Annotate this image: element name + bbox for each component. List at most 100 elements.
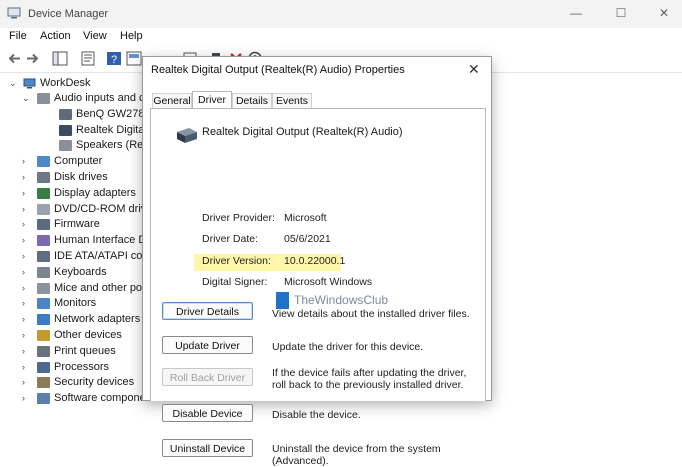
chevron-right-icon[interactable]: › xyxy=(22,172,32,182)
processor-icon xyxy=(37,361,50,373)
menu-view[interactable]: View xyxy=(83,30,107,42)
chevron-right-icon[interactable]: › xyxy=(22,267,32,277)
dvd-icon xyxy=(37,203,50,215)
tree-item-label: Realtek Digital xyxy=(76,123,147,136)
uninstall-device-button[interactable]: Uninstall Device xyxy=(162,439,253,457)
firmware-icon xyxy=(37,219,50,231)
chevron-right-icon[interactable]: › xyxy=(22,235,32,245)
roll-back-driver-desc: If the device fails after updating the d… xyxy=(272,367,467,391)
speaker-icon xyxy=(37,93,50,104)
network-icon xyxy=(37,314,50,326)
properties-dialog: Realtek Digital Output (Realtek(R) Audio… xyxy=(143,57,491,467)
digital-signer-value: Microsoft Windows xyxy=(284,276,373,288)
dialog-title: Realtek Digital Output (Realtek(R) Audio… xyxy=(151,64,405,76)
menu-bar: File Action View Help xyxy=(0,28,682,46)
driver-version-label: Driver Version: xyxy=(202,255,271,267)
security-icon xyxy=(37,377,50,389)
tree-item-label: Computer xyxy=(54,155,103,168)
chevron-right-icon[interactable]: › xyxy=(22,362,32,372)
driver-provider-label: Driver Provider: xyxy=(202,212,275,224)
menu-file[interactable]: File xyxy=(9,30,27,42)
properties-icon[interactable] xyxy=(80,51,96,66)
disable-device-desc: Disable the device. xyxy=(272,409,361,421)
device-manager-icon xyxy=(7,7,21,19)
keyboard-icon xyxy=(37,266,50,278)
monitor-icon xyxy=(37,298,50,310)
uninstall-device-desc: Uninstall the device from the system (Ad… xyxy=(272,443,441,467)
chevron-right-icon[interactable]: › xyxy=(22,377,32,387)
chevron-right-icon[interactable]: › xyxy=(22,283,32,293)
tree-item-label: Monitors xyxy=(54,297,97,310)
tree-item-label: Print queues xyxy=(54,344,116,357)
tree-item-label: Human Interface D xyxy=(54,234,147,247)
chevron-right-icon[interactable]: › xyxy=(22,188,32,198)
tree-root-label: WorkDesk xyxy=(40,77,91,89)
tree-item-label: Disk drives xyxy=(54,171,108,183)
close-icon[interactable]: ✕ xyxy=(468,61,480,78)
chevron-right-icon[interactable]: › xyxy=(22,393,32,403)
chevron-down-icon[interactable]: ⌄ xyxy=(9,78,19,89)
tree-item-label: Network adapters xyxy=(54,313,141,326)
update-driver-button[interactable]: Update Driver xyxy=(162,336,253,354)
tree-item-label: Software compone xyxy=(54,392,146,405)
driver-details-button[interactable]: Driver Details xyxy=(162,302,253,320)
device-name: Realtek Digital Output (Realtek(R) Audio… xyxy=(202,126,403,138)
computer-icon xyxy=(37,156,50,168)
help-icon[interactable]: ? xyxy=(106,51,122,66)
driver-tab-panel: Realtek Digital Output (Realtek(R) Audio… xyxy=(150,108,486,467)
tree-item-label: BenQ GW2780 xyxy=(76,107,151,120)
tree-item-label: Security devices xyxy=(54,376,135,389)
tree-item-label: DVD/CD-ROM driv xyxy=(54,202,147,215)
chevron-right-icon[interactable]: › xyxy=(22,330,32,340)
menu-action[interactable]: Action xyxy=(40,30,71,42)
chevron-right-icon[interactable]: › xyxy=(22,314,32,324)
tab-details[interactable]: Details xyxy=(232,93,272,109)
driver-date-label: Driver Date: xyxy=(202,233,259,245)
close-window-button[interactable]: ✕ xyxy=(653,4,675,22)
tree-item-label: Other devices xyxy=(54,329,122,341)
monitor-audio-icon xyxy=(59,108,72,120)
tree-item-label: Processors xyxy=(54,360,110,373)
tree-item-label: Mice and other po xyxy=(54,281,143,294)
back-arrow-icon[interactable] xyxy=(6,51,22,66)
audio-device-icon xyxy=(177,128,197,143)
software-icon xyxy=(37,393,50,405)
chevron-right-icon[interactable]: › xyxy=(22,298,32,308)
chevron-right-icon[interactable]: › xyxy=(22,219,32,229)
tab-events[interactable]: Events xyxy=(272,93,312,109)
display-adapter-icon xyxy=(37,187,50,199)
chevron-down-icon[interactable]: ⌄ xyxy=(22,93,32,104)
maximize-button[interactable]: ☐ xyxy=(610,4,632,22)
chevron-right-icon[interactable]: › xyxy=(22,346,32,356)
roll-back-driver-button[interactable]: Roll Back Driver xyxy=(162,368,253,386)
window-title: Device Manager xyxy=(28,8,109,20)
window-titlebar: Device Manager — ☐ ✕ xyxy=(0,0,682,28)
chevron-right-icon[interactable]: › xyxy=(22,156,32,166)
disable-device-button[interactable]: Disable Device xyxy=(162,404,253,422)
tree-item-label: IDE ATA/ATAPI con xyxy=(54,250,149,262)
device-tree: ⌄ WorkDesk ⌄ Audio inputs and c BenQ GW278… xyxy=(0,73,167,405)
chevron-right-icon[interactable]: › xyxy=(22,204,32,214)
forward-arrow-icon[interactable] xyxy=(25,51,41,66)
tree-item-label: Keyboards xyxy=(54,265,107,278)
driver-provider-value: Microsoft xyxy=(284,212,327,224)
ide-icon xyxy=(37,251,50,262)
audio-device-icon xyxy=(59,124,72,136)
speaker-icon xyxy=(59,140,72,152)
driver-version-value: 10.0.22000.1 xyxy=(284,255,346,267)
tab-general[interactable]: General xyxy=(152,93,192,109)
hid-icon xyxy=(37,235,50,247)
view-icon[interactable] xyxy=(126,51,142,66)
menu-help[interactable]: Help xyxy=(120,30,143,42)
svg-text:?: ? xyxy=(111,54,117,66)
driver-details-desc: View details about the installed driver … xyxy=(272,308,470,320)
watermark-text: TheWindowsClub xyxy=(294,293,389,307)
digital-signer-label: Digital Signer: xyxy=(202,276,268,288)
console-tree-icon[interactable] xyxy=(52,51,68,66)
update-driver-desc: Update the driver for this device. xyxy=(272,341,424,353)
disk-drive-icon xyxy=(37,172,50,183)
chevron-right-icon[interactable]: › xyxy=(22,251,32,261)
mouse-icon xyxy=(37,282,50,294)
minimize-button[interactable]: — xyxy=(565,4,587,22)
watermark-logo-icon xyxy=(276,292,289,309)
